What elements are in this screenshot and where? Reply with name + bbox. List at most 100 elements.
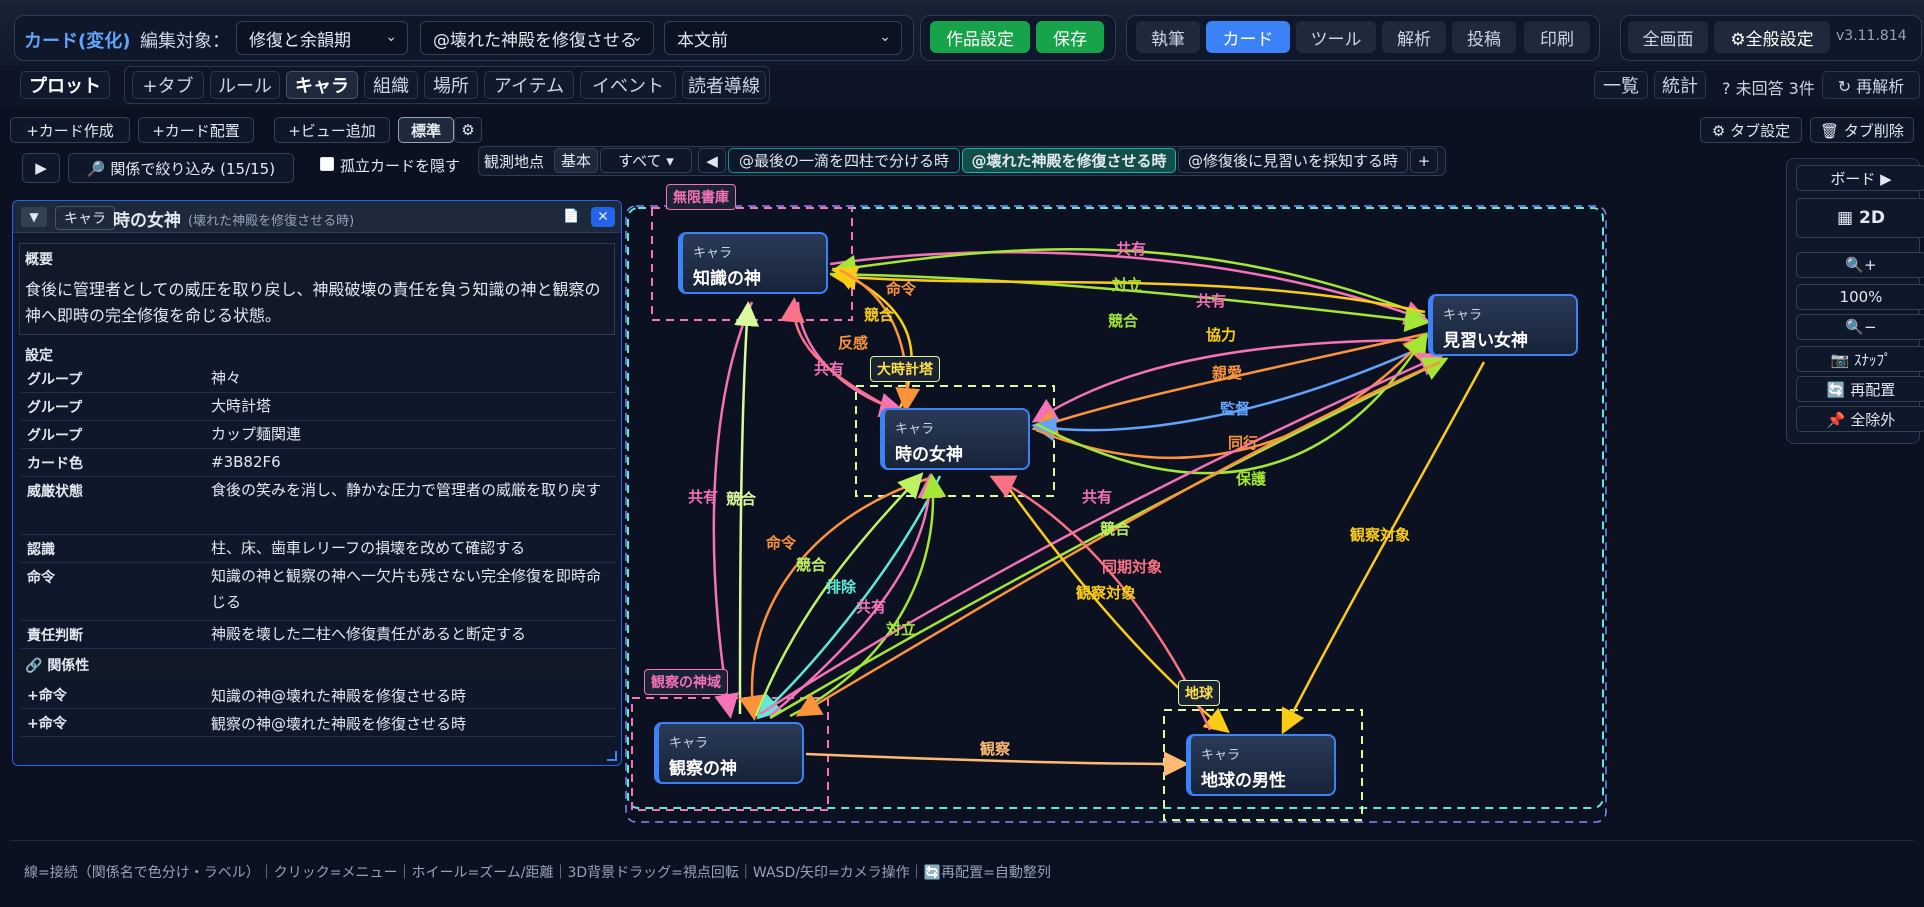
edge xyxy=(738,476,931,721)
relation-kind: +命令 xyxy=(27,688,67,704)
edge-label: 反感 xyxy=(838,334,868,352)
footer-hint: 線=接続（関係名で色分け・ラベル）｜クリック=メニュー｜ホイール=ズーム/距離｜… xyxy=(24,865,1051,881)
edge-label: 協力 xyxy=(1206,326,1236,344)
edge xyxy=(712,301,754,719)
edge xyxy=(769,357,1449,720)
relayout-button[interactable]: 🔄 再配置 xyxy=(1796,376,1924,402)
collapse-icon[interactable]: ▼ xyxy=(21,207,47,227)
setting-value: 大時計塔 xyxy=(211,397,272,415)
setting-value: 食後の笑みを消し、静かな圧力で管理者の威厳を取り戻す xyxy=(211,481,602,499)
resize-handle[interactable] xyxy=(607,751,617,761)
node-name: 知識の神 xyxy=(693,269,761,289)
setting-row[interactable]: 責任判断 神殿を壊した二柱へ修復責任があると断定する xyxy=(21,621,615,649)
setting-key: 責任判断 xyxy=(27,628,83,644)
setting-row[interactable]: グループ 神々 xyxy=(21,365,615,393)
edge-label: 対立 xyxy=(1111,276,1142,294)
edge-label: 競合 xyxy=(726,490,757,508)
relation-row[interactable]: +命令 観察の神@壊れた神殿を修復させる時 xyxy=(21,709,615,737)
setting-value: カップ麺関連 xyxy=(211,425,302,443)
edge-label: 命令 xyxy=(885,280,917,298)
group-label-library[interactable]: 無限書庫 xyxy=(666,184,736,210)
edge-label: 監督 xyxy=(1220,400,1250,418)
edge-label: 対立 xyxy=(885,620,916,638)
edge-label: 命令 xyxy=(765,534,797,552)
node-type: キャラ xyxy=(669,736,709,751)
setting-value: 神殿を壊した二柱へ修復責任があると断定する xyxy=(211,625,527,643)
node-name: 地球の男性 xyxy=(1201,771,1286,791)
zoom-out-button[interactable]: 🔍− xyxy=(1796,314,1924,340)
relations-label-text: 関係性 xyxy=(47,658,90,674)
board-toggle-button[interactable]: ボード ▶ xyxy=(1796,165,1924,191)
edge-label: 競合 xyxy=(1108,312,1139,330)
setting-row[interactable]: 命令 知識の神と観察の神へ一欠片も残さない完全修復を即時命じる xyxy=(21,563,615,621)
edge-label: 共有 xyxy=(1116,240,1146,258)
node-time-goddess[interactable]: キャラ 時の女神 xyxy=(880,408,1030,470)
setting-row[interactable]: 認識 柱、床、歯車レリーフの損壊を改めて確認する xyxy=(21,535,615,563)
edge-label: 観察 xyxy=(980,740,1011,758)
relations-label: 🔗 関係性 xyxy=(25,658,90,674)
zoom-in-button[interactable]: 🔍+ xyxy=(1796,252,1924,278)
edge-label: 共有 xyxy=(1082,488,1112,506)
setting-key: グループ xyxy=(27,372,83,388)
edges xyxy=(712,248,1486,777)
edge-label: 観察対象 xyxy=(1350,526,1410,544)
zoom-level: 100% xyxy=(1796,284,1924,310)
edge-label: 排除 xyxy=(826,578,857,596)
relation-kind: +命令 xyxy=(27,716,67,732)
node-observe-god[interactable]: キャラ 観察の神 xyxy=(654,722,804,784)
node-type: キャラ xyxy=(1201,748,1241,763)
node-type: キャラ xyxy=(1443,308,1483,323)
group-label-earth[interactable]: 地球 xyxy=(1178,680,1220,706)
setting-value: 知識の神と観察の神へ一欠片も残さない完全修復を即時命じる xyxy=(211,567,602,611)
setting-key: 認識 xyxy=(27,542,55,558)
edge-label: 競合 xyxy=(1100,520,1131,538)
setting-row[interactable]: グループ カップ麺関連 xyxy=(21,421,615,449)
setting-key: グループ xyxy=(27,428,83,444)
edge-label: 共有 xyxy=(688,488,718,506)
close-icon[interactable]: ✕ xyxy=(591,207,615,227)
card-detail-panel: ▼ キャラ 時の女神 (壊れた神殿を修復させる時) 📄 ✕ 概要 食後に管理者と… xyxy=(12,200,622,766)
edge-label: 競合 xyxy=(864,306,895,324)
setting-value: #3B82F6 xyxy=(211,453,281,471)
edge-label: 親愛 xyxy=(1212,364,1242,382)
snapshot-button[interactable]: 📷 ｽﾅｯﾌﾟ xyxy=(1796,346,1924,372)
edge xyxy=(1281,361,1486,735)
settings-label: 設定 xyxy=(25,348,53,364)
setting-key: 威厳状態 xyxy=(27,484,83,500)
card-type-badge: キャラ xyxy=(55,206,115,230)
edge-label: 共有 xyxy=(814,360,844,378)
clear-all-button[interactable]: 📌 全除外 xyxy=(1796,406,1924,432)
edge-label: 共有 xyxy=(856,598,886,616)
relation-target: 知識の神@壊れた神殿を修復させる時 xyxy=(211,687,467,705)
node-name: 見習い女神 xyxy=(1443,331,1528,351)
node-earth-man[interactable]: キャラ 地球の男性 xyxy=(1186,734,1336,796)
relations-header xyxy=(13,651,621,677)
edge-label: 共有 xyxy=(1196,292,1226,310)
summary-text[interactable]: 食後に管理者としての威圧を取り戻し、神殿破壊の責任を負う知識の神と観察の神へ即時… xyxy=(25,277,609,329)
edge-label: 同期対象 xyxy=(1102,558,1162,576)
relation-row[interactable]: +命令 知識の神@壊れた神殿を修復させる時 xyxy=(21,681,615,709)
group-label-clocktower[interactable]: 大時計塔 xyxy=(870,356,940,382)
edge xyxy=(734,301,760,715)
setting-value: 柱、床、歯車レリーフの損壊を改めて確認する xyxy=(211,539,526,557)
setting-key: カード色 xyxy=(27,456,83,472)
setting-row[interactable]: 威厳状態 食後の笑みを消し、静かな圧力で管理者の威厳を取り戻す xyxy=(21,477,615,535)
node-name: 観察の神 xyxy=(669,759,737,779)
edge-label: 競合 xyxy=(796,556,827,574)
card-title: 時の女神 xyxy=(113,211,181,231)
setting-row[interactable]: カード色 #3B82F6 xyxy=(21,449,615,477)
mode-2d-button[interactable]: ▦ 2D xyxy=(1796,198,1924,238)
copy-icon[interactable]: 📄 xyxy=(563,209,579,224)
edge-label: 観察対象 xyxy=(1076,584,1136,602)
relation-target: 観察の神@壊れた神殿を修復させる時 xyxy=(211,715,467,733)
group-label-observe[interactable]: 観察の神域 xyxy=(644,669,728,695)
setting-value: 神々 xyxy=(211,369,242,387)
edge xyxy=(756,475,942,720)
edge-label: 同行 xyxy=(1228,434,1258,452)
node-apprentice-goddess[interactable]: キャラ 見習い女神 xyxy=(1428,294,1578,356)
edge-label: 保護 xyxy=(1235,470,1267,488)
node-name: 時の女神 xyxy=(895,445,963,465)
setting-row[interactable]: グループ 大時計塔 xyxy=(21,393,615,421)
setting-key: グループ xyxy=(27,400,83,416)
node-knowledge-god[interactable]: キャラ 知識の神 xyxy=(678,232,828,294)
